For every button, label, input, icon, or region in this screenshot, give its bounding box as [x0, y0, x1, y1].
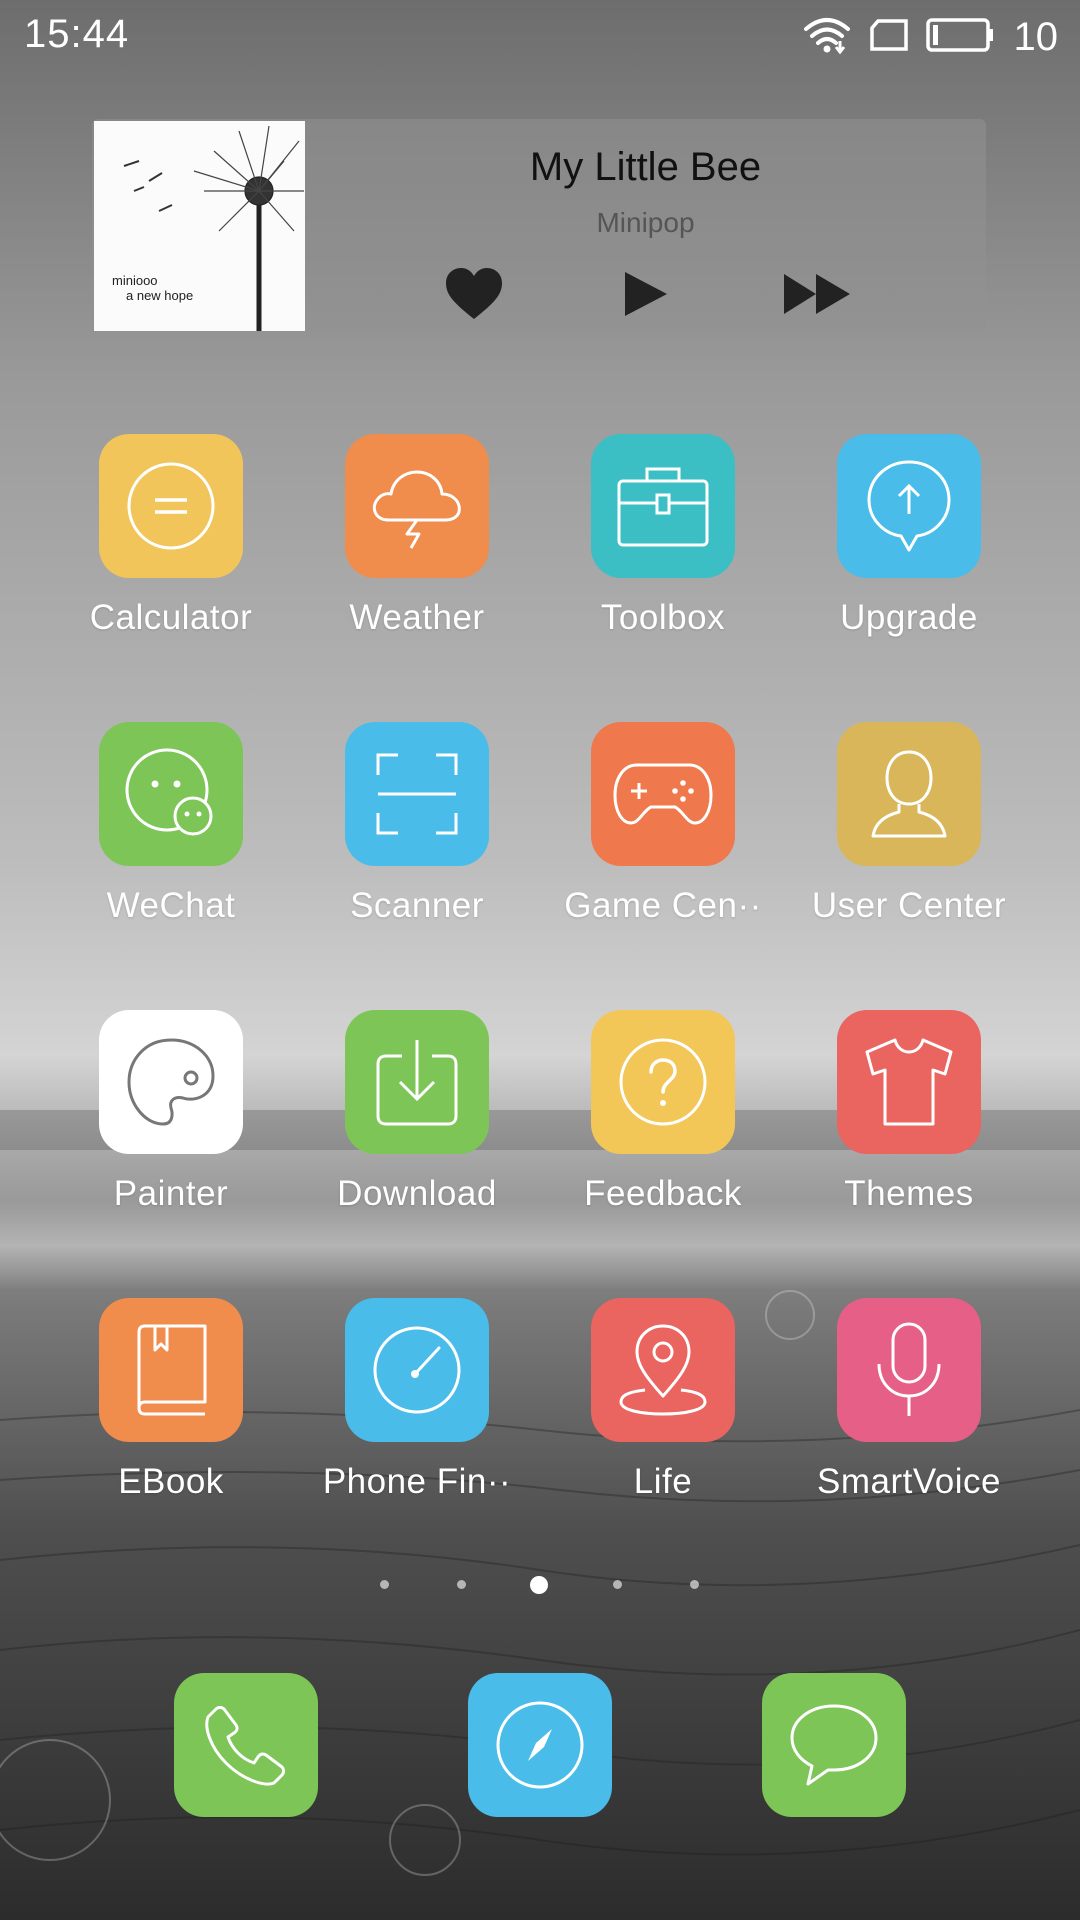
app-download[interactable]: Download [294, 1010, 540, 1214]
app-ebook[interactable]: EBook [48, 1298, 294, 1502]
wifi-icon [802, 15, 852, 60]
play-button[interactable] [611, 259, 681, 329]
like-button[interactable] [439, 259, 509, 329]
clock: 15:44 [24, 12, 130, 56]
app-tile[interactable] [837, 722, 981, 866]
heart-icon [446, 268, 502, 319]
app-label: User Center [811, 886, 1007, 925]
app-label: Feedback [584, 1174, 742, 1213]
scanner-icon [376, 753, 458, 835]
download-icon [376, 1040, 458, 1126]
app-wechat[interactable]: WeChat [48, 722, 294, 926]
page-dot[interactable] [380, 1580, 389, 1589]
app-feedback[interactable]: Feedback [540, 1010, 786, 1214]
app-label: EBook [118, 1462, 224, 1501]
wechat-icon [125, 748, 213, 836]
app-tile[interactable] [345, 434, 489, 578]
app-toolbox[interactable]: Toolbox [540, 434, 786, 638]
app-label: Themes [844, 1174, 974, 1213]
app-phone-finder[interactable]: Phone Fin·· [294, 1298, 540, 1502]
app-user-center[interactable]: User Center [786, 722, 1032, 926]
palette-icon [127, 1038, 215, 1126]
app-label: Scanner [350, 886, 484, 925]
app-smartvoice[interactable]: SmartVoice [786, 1298, 1032, 1502]
app-tile[interactable] [99, 1298, 243, 1442]
app-label: Painter [113, 1174, 229, 1213]
dock-browser[interactable] [468, 1673, 612, 1817]
app-label: SmartVoice [817, 1462, 1001, 1501]
album-caption-line1: miniooo [112, 273, 158, 288]
app-painter[interactable]: Painter [48, 1010, 294, 1214]
battery-level: 10 [1013, 14, 1059, 59]
app-tile[interactable] [591, 1298, 735, 1442]
album-art[interactable]: miniooo a new hope [94, 121, 305, 331]
app-tile[interactable] [837, 1298, 981, 1442]
app-tile[interactable] [591, 722, 735, 866]
app-label: Download [337, 1174, 497, 1213]
app-label: Weather [349, 598, 485, 637]
page-dot[interactable] [690, 1580, 699, 1589]
app-label: Upgrade [840, 598, 978, 637]
app-upgrade[interactable]: Upgrade [786, 434, 1032, 638]
app-label: Calculator [89, 598, 253, 637]
browser-compass-icon [496, 1701, 584, 1789]
song-artist: Minipop [596, 207, 695, 238]
status-icons: 10 [802, 14, 1059, 60]
page-dot-active[interactable] [530, 1576, 548, 1594]
app-weather[interactable]: Weather [294, 434, 540, 638]
app-label: Game Cen·· [564, 886, 762, 925]
sim-card-icon [868, 18, 910, 57]
app-tile[interactable] [591, 1010, 735, 1154]
app-label: Life [633, 1462, 693, 1501]
message-icon [790, 1704, 878, 1786]
app-tile[interactable] [99, 434, 243, 578]
app-tile[interactable] [345, 1298, 489, 1442]
app-tile[interactable] [837, 434, 981, 578]
app-tile[interactable] [345, 1010, 489, 1154]
app-game-center[interactable]: Game Cen·· [540, 722, 786, 926]
page-dot[interactable] [613, 1580, 622, 1589]
tshirt-icon [865, 1038, 953, 1126]
album-caption: miniooo a new hope [112, 273, 193, 303]
music-widget[interactable]: miniooo a new hope My Little Bee Minipop [92, 119, 986, 333]
app-label: Toolbox [600, 598, 726, 637]
page-dot[interactable] [457, 1580, 466, 1589]
app-tile[interactable] [99, 722, 243, 866]
app-scanner[interactable]: Scanner [294, 722, 540, 926]
app-tile[interactable] [591, 434, 735, 578]
app-tile[interactable] [837, 1010, 981, 1154]
play-icon [625, 272, 667, 316]
microphone-icon [877, 1322, 941, 1416]
fast-forward-icon [784, 274, 850, 314]
calculator-icon [127, 462, 215, 550]
app-tile[interactable] [99, 1010, 243, 1154]
phone-icon [205, 1706, 285, 1786]
page-indicator[interactable] [0, 1572, 1080, 1596]
song-title: My Little Bee [529, 145, 762, 189]
dock-phone[interactable] [174, 1673, 318, 1817]
gamepad-icon [613, 763, 713, 825]
user-icon [871, 750, 947, 838]
dock-messages[interactable] [762, 1673, 906, 1817]
compass-gauge-icon [373, 1326, 461, 1414]
question-icon [619, 1038, 707, 1126]
album-caption-line2: a new hope [126, 288, 194, 303]
dock [0, 1673, 1080, 1819]
toolbox-icon [617, 467, 709, 547]
app-calculator[interactable]: Calculator [48, 434, 294, 638]
cloud-lightning-icon [372, 470, 461, 549]
app-label: WeChat [106, 886, 236, 925]
app-life[interactable]: Life [540, 1298, 786, 1502]
upgrade-icon [867, 460, 951, 552]
status-bar: 15:44 10 [0, 0, 1080, 74]
location-pin-icon [619, 1324, 707, 1416]
battery-icon [925, 17, 994, 57]
app-themes[interactable]: Themes [786, 1010, 1032, 1214]
next-button[interactable] [782, 259, 852, 329]
app-tile[interactable] [345, 722, 489, 866]
app-label: Phone Fin·· [322, 1462, 512, 1501]
book-icon [137, 1324, 207, 1416]
